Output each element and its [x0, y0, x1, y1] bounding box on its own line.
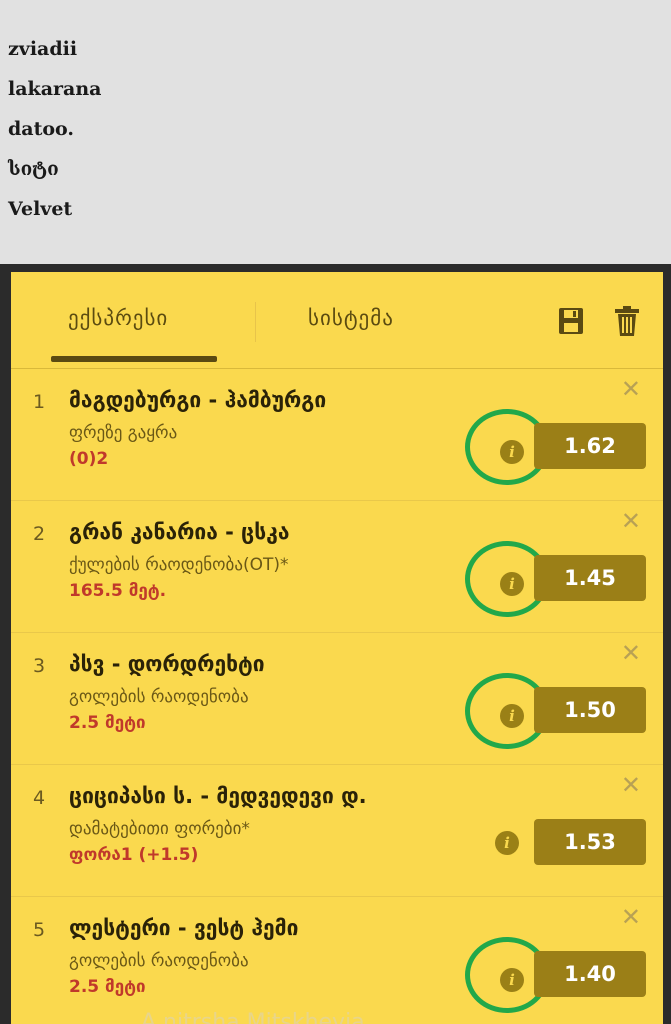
odds-button[interactable]: 1.40 [534, 951, 646, 997]
save-icon[interactable] [557, 304, 585, 338]
info-icon[interactable]: i [500, 968, 524, 992]
close-icon[interactable]: ✕ [621, 641, 641, 665]
bet-item: 3 პსვ - დორდრეხტი გოლების რაოდენობა 2.5 … [11, 633, 663, 765]
active-tab-indicator [51, 356, 217, 362]
bet-match: გრან კანარია - ცსკა [69, 520, 290, 544]
odds-button[interactable]: 1.62 [534, 423, 646, 469]
bet-pick: (0)2 [69, 449, 109, 469]
bet-item: 5 ლესტერი - ვესტ ჰემი გოლების რაოდენობა … [11, 897, 663, 1024]
bet-market: დამატებითი ფორები* [69, 819, 250, 839]
betslip-tabs: ექსპრესი სისტემა [11, 272, 663, 369]
trash-icon[interactable] [613, 304, 641, 338]
bet-match: პსვ - დორდრეხტი [69, 652, 265, 676]
bet-item: 2 გრან კანარია - ცსკა ქულების რაოდენობა(… [11, 501, 663, 633]
info-icon[interactable]: i [500, 440, 524, 464]
bet-number: 2 [33, 523, 46, 545]
user-name[interactable]: სიტი [8, 154, 101, 194]
bet-pick: 2.5 მეტი [69, 977, 146, 997]
odds-button[interactable]: 1.53 [534, 819, 646, 865]
user-name[interactable]: lakarana [8, 74, 101, 114]
bet-pick: 165.5 მეტ. [69, 581, 167, 601]
tab-divider [255, 302, 256, 342]
info-icon[interactable]: i [495, 831, 519, 855]
user-name[interactable]: zviadii [8, 34, 101, 74]
betslip-body: ექსპრესი სისტემა 1 მაგდებურგი - ჰამბურგი… [11, 272, 663, 1024]
bet-item: 4 ციციპასი ს. - მედვედევი დ. დამატებითი … [11, 765, 663, 897]
close-icon[interactable]: ✕ [621, 905, 641, 929]
bet-market: გოლების რაოდენობა [69, 687, 249, 707]
bet-number: 5 [33, 919, 46, 941]
bet-number: 1 [33, 391, 46, 413]
odds-button[interactable]: 1.45 [534, 555, 646, 601]
odds-button[interactable]: 1.50 [534, 687, 646, 733]
bet-pick: 2.5 მეტი [69, 713, 146, 733]
user-name[interactable]: datoo. [8, 114, 101, 154]
betslip-panel: ექსპრესი სისტემა 1 მაგდებურგი - ჰამბურგი… [0, 264, 671, 1024]
close-icon[interactable]: ✕ [621, 377, 641, 401]
tab-express[interactable]: ექსპრესი [68, 306, 168, 330]
close-icon[interactable]: ✕ [621, 509, 641, 533]
bet-market: გოლების რაოდენობა [69, 951, 249, 971]
bet-number: 3 [33, 655, 46, 677]
bet-pick: ფორა1 (+1.5) [69, 845, 199, 865]
bet-market: ქულების რაოდენობა(OT)* [69, 555, 289, 575]
tab-system[interactable]: სისტემა [308, 306, 394, 330]
user-name[interactable]: Velvet [8, 194, 101, 234]
bet-number: 4 [33, 787, 46, 809]
info-icon[interactable]: i [500, 704, 524, 728]
faded-footer-text: A nitrsha Mitskhevia [141, 1010, 365, 1024]
bet-match: მაგდებურგი - ჰამბურგი [69, 388, 327, 412]
user-list: zviadii lakarana datoo. სიტი Velvet [8, 34, 101, 234]
info-icon[interactable]: i [500, 572, 524, 596]
bet-match: ციციპასი ს. - მედვედევი დ. [69, 784, 367, 808]
bet-match: ლესტერი - ვესტ ჰემი [69, 916, 299, 940]
bet-market: ფრეზე გაყრა [69, 423, 178, 443]
close-icon[interactable]: ✕ [621, 773, 641, 797]
bet-item: 1 მაგდებურგი - ჰამბურგი ფრეზე გაყრა (0)2… [11, 369, 663, 501]
